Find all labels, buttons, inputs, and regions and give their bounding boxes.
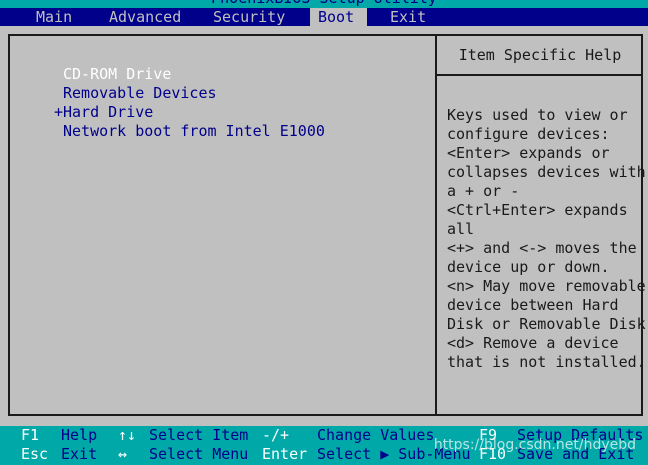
boot-item-label: CD-ROM Drive xyxy=(63,65,172,83)
key-desc-select-item: Select Item xyxy=(149,426,249,444)
boot-item-removable[interactable]: Removable Devices xyxy=(54,84,325,103)
boot-item-label: Removable Devices xyxy=(63,84,217,102)
help-text: Keys used to view or configure devices: … xyxy=(447,106,646,372)
boot-item-label: Hard Drive xyxy=(63,103,154,121)
key-esc: Esc xyxy=(21,445,49,463)
expand-marker xyxy=(54,122,63,141)
help-title: Item Specific Help xyxy=(458,46,622,64)
key-leftright: ↔ xyxy=(118,445,128,463)
help-line: collapses devices with xyxy=(447,163,646,181)
help-line: configure devices: xyxy=(447,125,610,143)
help-line: device between Hard xyxy=(447,296,619,314)
panel-divider xyxy=(435,36,437,414)
help-divider xyxy=(437,74,643,76)
help-line: Disk or Removable Disk xyxy=(447,315,646,333)
help-line: <+> and <-> moves the xyxy=(447,239,637,257)
help-line: <d> Remove a device xyxy=(447,334,619,352)
title-bar: PhoenixBIOS Setup Utility Main Advanced … xyxy=(0,0,648,26)
help-line: <Enter> expands or xyxy=(447,144,610,162)
expand-marker xyxy=(54,65,63,84)
boot-order-list: CD-ROM Drive Removable Devices +Hard Dri… xyxy=(54,65,325,141)
menu-exit[interactable]: Exit xyxy=(381,8,435,26)
boot-item-cdrom[interactable]: CD-ROM Drive xyxy=(54,65,325,84)
key-minus-plus: -/+ xyxy=(262,426,290,444)
menu-boot[interactable]: Boot xyxy=(310,8,367,26)
main-panel: CD-ROM Drive Removable Devices +Hard Dri… xyxy=(8,34,646,416)
menu-main[interactable]: Main xyxy=(27,8,81,26)
expand-marker xyxy=(54,84,63,103)
expand-marker: + xyxy=(54,103,64,121)
key-f1: F1 xyxy=(21,426,40,444)
help-line: <Ctrl+Enter> expands xyxy=(447,201,628,219)
watermark: https://blog.csdn.net/hdyebd xyxy=(433,437,636,453)
help-line: <n> May move removable xyxy=(447,277,646,295)
key-desc-exit: Exit xyxy=(61,445,98,463)
window-title: PhoenixBIOS Setup Utility xyxy=(0,0,648,8)
help-line: Keys used to view or xyxy=(447,106,628,124)
menu-bar: Main Advanced Security Boot Exit xyxy=(0,8,648,26)
boot-item-label: Network boot from Intel E1000 xyxy=(63,122,325,140)
menu-security[interactable]: Security xyxy=(204,8,294,26)
key-desc-select-menu: Select Menu xyxy=(149,445,249,463)
key-legend-bar: F1 Help ↑↓ Select Item -/+ Change Values… xyxy=(0,426,648,465)
key-updown: ↑↓ xyxy=(118,426,137,444)
boot-item-network[interactable]: Network boot from Intel E1000 xyxy=(54,122,325,141)
help-line: device up or down. xyxy=(447,258,610,276)
key-desc-change-values: Change Values xyxy=(317,426,435,444)
help-line: that is not installed. xyxy=(447,353,646,371)
menu-advanced[interactable]: Advanced xyxy=(100,8,190,26)
help-line: a + or - xyxy=(447,182,520,200)
bios-screen: PhoenixBIOS Setup Utility Main Advanced … xyxy=(0,0,648,465)
boot-item-harddrive[interactable]: +Hard Drive xyxy=(54,103,325,122)
key-enter: Enter xyxy=(262,445,308,463)
help-line: all xyxy=(447,220,475,238)
key-desc-help: Help xyxy=(61,426,98,444)
